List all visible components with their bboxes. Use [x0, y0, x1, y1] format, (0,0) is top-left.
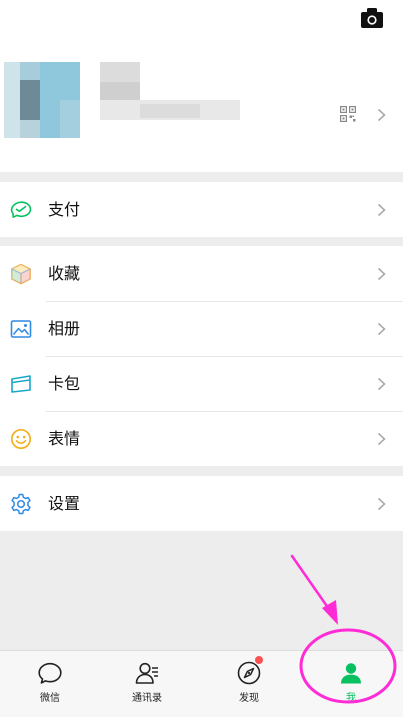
menu-item-label: 支付	[48, 200, 81, 219]
chevron-right-icon	[377, 497, 386, 511]
menu-item-label: 表情	[48, 429, 81, 448]
menu-item-cards[interactable]: 卡包	[0, 356, 403, 411]
album-photo-icon	[10, 320, 32, 338]
menu-item-settings[interactable]: 设置	[0, 476, 403, 531]
menu-item-label: 收藏	[48, 264, 81, 283]
settings-group: 设置	[0, 476, 403, 531]
chevron-right-icon	[377, 108, 386, 122]
menu-item-label: 设置	[48, 494, 81, 513]
chevron-right-icon	[377, 377, 386, 391]
notification-dot	[255, 656, 263, 664]
tab-label: 发现	[239, 693, 259, 704]
chevron-right-icon	[377, 432, 386, 446]
chevron-right-icon	[377, 267, 386, 281]
gear-icon	[11, 493, 31, 515]
smiley-icon	[10, 428, 32, 450]
annotation-arrow	[290, 554, 338, 625]
tab-label: 我	[346, 693, 356, 704]
card-wallet-icon	[11, 375, 31, 393]
favorites-cube-icon	[11, 263, 31, 285]
tab-chats[interactable]: 微信	[0, 651, 100, 717]
services-group: 收藏 相册 卡包 表情	[0, 246, 403, 466]
person-icon	[341, 663, 361, 684]
chevron-right-icon	[377, 322, 386, 336]
menu-item-label: 卡包	[48, 374, 81, 393]
camera-icon[interactable]	[361, 8, 383, 28]
bottom-tab-bar: 微信 通讯录 发现 我	[0, 650, 403, 717]
tab-contacts[interactable]: 通讯录	[97, 651, 197, 717]
menu-item-album[interactable]: 相册	[0, 301, 403, 356]
chat-icon	[38, 662, 62, 684]
tab-me[interactable]: 我	[301, 651, 401, 717]
qr-code-icon[interactable]	[340, 106, 356, 122]
pay-group: 支付	[0, 182, 403, 237]
pay-icon	[10, 201, 32, 218]
menu-item-pay[interactable]: 支付	[0, 182, 403, 237]
menu-item-favorites[interactable]: 收藏	[0, 246, 403, 301]
menu-item-stickers[interactable]: 表情	[0, 411, 403, 466]
chevron-right-icon	[377, 203, 386, 217]
tab-label: 微信	[40, 693, 60, 704]
menu-item-label: 相册	[48, 319, 81, 338]
tab-label: 通讯录	[132, 693, 162, 704]
tab-discover[interactable]: 发现	[199, 651, 299, 717]
profile-header[interactable]	[0, 0, 403, 172]
contacts-icon	[135, 662, 158, 684]
